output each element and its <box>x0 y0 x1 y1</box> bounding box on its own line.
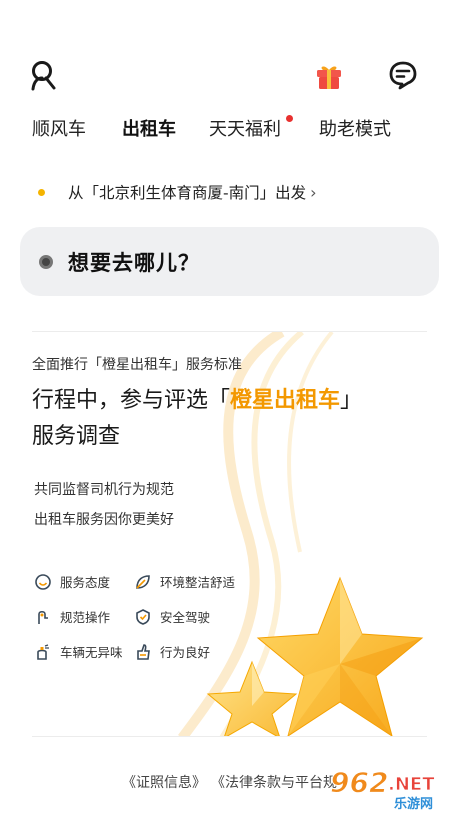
site-watermark-logo: 962 .NET 乐游网 <box>330 766 436 813</box>
thumb-icon <box>137 643 150 660</box>
spray-icon <box>37 643 49 660</box>
top-bar <box>0 58 459 94</box>
feature-no-odor: 车辆无异味 <box>34 642 123 661</box>
destination-placeholder: 想要去哪儿？ <box>68 250 200 275</box>
feature-standard-operation: 规范操作 <box>34 607 110 626</box>
watermark-sub: 乐游网 <box>394 796 433 812</box>
shield-icon <box>136 608 150 625</box>
license-info-link[interactable]: 《证照信息》 <box>122 775 206 791</box>
leaf-icon <box>136 574 150 589</box>
banner-highlight-2: 出租车服务因你更美好 <box>32 509 174 531</box>
pickup-dot-icon <box>38 188 45 196</box>
user-icon[interactable] <box>26 58 60 92</box>
gift-icon[interactable] <box>312 60 346 94</box>
banner-title: 行程中，参与评选「橙星出租车」 <box>32 388 363 413</box>
tab-daily-welfare[interactable]: 天天福利 <box>209 116 281 144</box>
hand-icon <box>38 610 48 624</box>
legal-terms-link[interactable]: 《法律条款与平台规 <box>218 775 337 791</box>
destination-dot-icon <box>39 254 53 269</box>
tab-badge-dot <box>286 115 293 122</box>
smile-icon <box>35 573 51 590</box>
destination-input[interactable]: 想要去哪儿？ <box>20 227 439 296</box>
tab-taxi[interactable]: 出租车 <box>120 116 178 150</box>
orange-star-taxi-banner[interactable]: 全面推行「橙星出租车」服务标准 行程中，参与评选「橙星出租车」 服务调查 共同监… <box>32 331 427 737</box>
pickup-location-row[interactable]: 从「北京利生体育商厦-南门」出发 › <box>38 178 317 206</box>
tab-shunfengche[interactable]: 顺风车 <box>32 116 86 144</box>
watermark-number: 962 <box>330 766 388 799</box>
message-icon[interactable] <box>386 58 420 92</box>
banner-title-line2: 服务调查 <box>32 424 121 449</box>
banner-highlight-1: 共同监督司机行为规范 <box>32 479 174 501</box>
feature-service-attitude: 服务态度 <box>34 572 110 591</box>
banner-subtitle: 全面推行「橙星出租车」服务标准 <box>32 357 242 373</box>
watermark-suffix: .NET <box>388 774 435 795</box>
tab-elderly-mode[interactable]: 助老模式 <box>319 116 391 144</box>
chevron-right-icon: › <box>310 182 317 202</box>
star-illustration <box>206 576 424 736</box>
pickup-location-text: 从「北京利生体育商厦-南门」出发 <box>68 184 307 202</box>
banner-brand-name: 橙星出租车 <box>230 388 341 413</box>
